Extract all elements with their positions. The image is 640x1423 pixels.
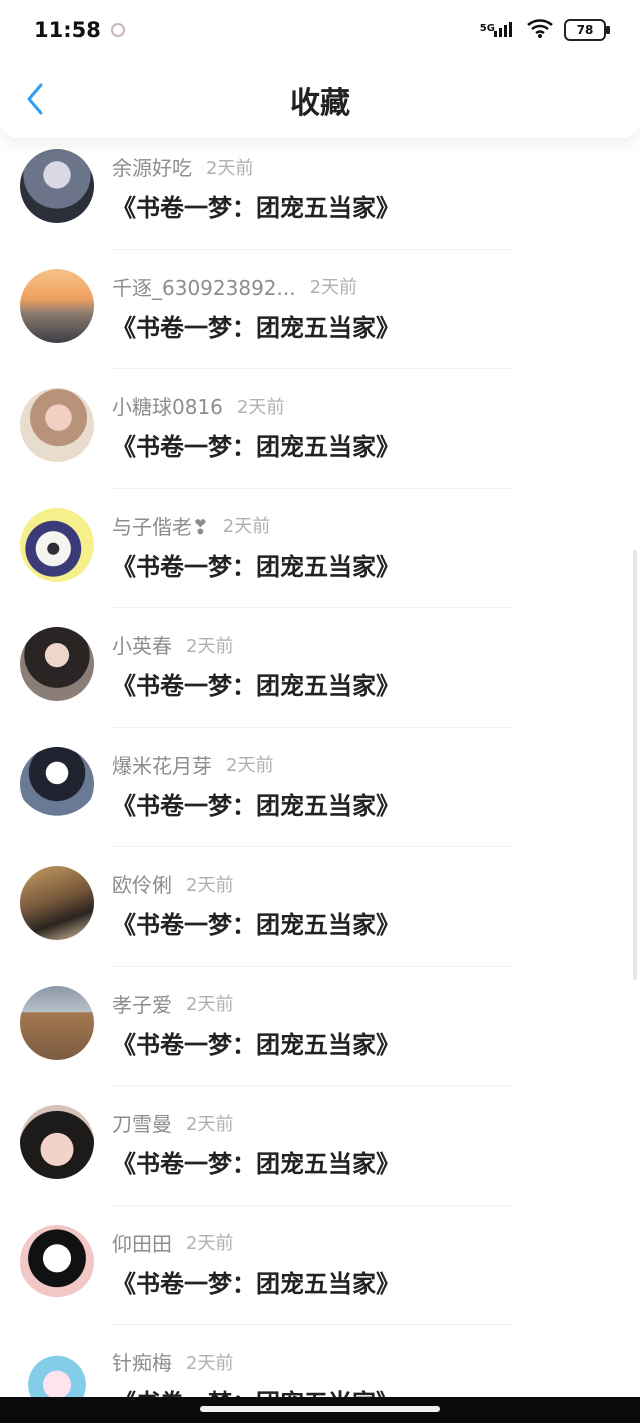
timestamp: 2天前: [186, 874, 234, 896]
battery-icon: 78: [564, 19, 610, 41]
timestamp: 2天前: [186, 635, 234, 657]
book-title[interactable]: 《书卷一梦：团宠五当家》: [112, 786, 400, 821]
favorites-list[interactable]: 余源好吃 2天前 《书卷一梦：团宠五当家》 千逐_630923892... 2天…: [0, 130, 640, 1398]
signal-icon: 5G: [472, 19, 516, 41]
username[interactable]: 仰田田: [112, 1228, 172, 1257]
status-time: 11:58: [34, 18, 101, 42]
book-title[interactable]: 《书卷一梦：团宠五当家》: [112, 1025, 400, 1060]
book-title[interactable]: 《书卷一梦：团宠五当家》: [112, 1144, 400, 1179]
timestamp: 2天前: [236, 396, 285, 418]
list-item[interactable]: 与子偕老❣ 2天前 《书卷一梦：团宠五当家》: [0, 489, 640, 608]
username[interactable]: 孝子爱: [112, 989, 172, 1018]
item-meta: 与子偕老❣ 2天前: [112, 511, 270, 540]
item-meta: 针痴梅 2天前: [112, 1347, 233, 1376]
username[interactable]: 千逐_630923892...: [112, 272, 296, 301]
system-nav-bar: [0, 1397, 640, 1423]
list-item[interactable]: 余源好吃 2天前 《书卷一梦：团宠五当家》: [0, 130, 640, 250]
network-label: 5G: [479, 23, 495, 34]
list-item[interactable]: 小糖球0816 2天前 《书卷一梦：团宠五当家》: [0, 369, 640, 489]
username[interactable]: 小英春: [112, 630, 172, 659]
wifi-icon: [526, 18, 554, 42]
item-meta: 仰田田 2天前: [112, 1228, 233, 1257]
item-meta: 千逐_630923892... 2天前: [112, 272, 357, 301]
battery-level: 78: [576, 23, 594, 37]
avatar[interactable]: [20, 507, 94, 582]
timestamp: 2天前: [226, 755, 274, 776]
avatar[interactable]: [20, 627, 94, 701]
avatar[interactable]: [20, 1344, 94, 1398]
username[interactable]: 刀雪曼: [112, 1108, 172, 1137]
scrollbar[interactable]: [633, 550, 637, 980]
timestamp: 2天前: [206, 157, 254, 179]
avatar[interactable]: [20, 1105, 94, 1179]
book-title[interactable]: 《书卷一梦：团宠五当家》: [112, 905, 400, 940]
list-item[interactable]: 孝子爱 2天前 《书卷一梦：团宠五当家》: [0, 967, 640, 1086]
item-meta: 余源好吃 2天前: [112, 152, 253, 181]
list-item[interactable]: 刀雪曼 2天前 《书卷一梦：团宠五当家》: [0, 1086, 640, 1206]
item-meta: 小糖球0816 2天前: [112, 391, 284, 420]
book-title[interactable]: 《书卷一梦：团宠五当家》: [112, 1264, 400, 1299]
timestamp: 2天前: [186, 994, 234, 1015]
page-header: 收藏: [0, 60, 640, 138]
username[interactable]: 针痴梅: [112, 1347, 172, 1376]
item-meta: 爆米花月芽 2天前: [112, 750, 273, 779]
item-meta: 欧伶俐 2天前: [112, 869, 233, 898]
book-title[interactable]: 《书卷一梦：团宠五当家》: [112, 188, 400, 223]
timestamp: 2天前: [186, 1352, 234, 1374]
status-right: 5G 78: [472, 18, 610, 42]
book-title[interactable]: 《书卷一梦：团宠五当家》: [112, 666, 400, 701]
book-title[interactable]: 《书卷一梦：团宠五当家》: [112, 1383, 400, 1398]
list-item[interactable]: 欧伶俐 2天前 《书卷一梦：团宠五当家》: [0, 847, 640, 967]
book-title[interactable]: 《书卷一梦：团宠五当家》: [112, 427, 400, 462]
item-meta: 孝子爱 2天前: [112, 989, 233, 1018]
status-bar: 11:58 5G 78: [0, 0, 640, 60]
book-title[interactable]: 《书卷一梦：团宠五当家》: [112, 547, 400, 582]
avatar[interactable]: [20, 1224, 94, 1299]
avatar[interactable]: [20, 746, 94, 821]
username[interactable]: 余源好吃: [112, 152, 192, 181]
status-left: 11:58: [34, 18, 125, 42]
avatar[interactable]: [20, 149, 94, 223]
list-item[interactable]: 针痴梅 2天前 《书卷一梦：团宠五当家》: [0, 1325, 640, 1398]
timestamp: 2天前: [186, 1233, 234, 1254]
avatar[interactable]: [20, 388, 94, 462]
timestamp: 2天前: [222, 516, 271, 537]
list-item[interactable]: 仰田田 2天前 《书卷一梦：团宠五当家》: [0, 1206, 640, 1325]
list-item[interactable]: 爆米花月芽 2天前 《书卷一梦：团宠五当家》: [0, 728, 640, 847]
username[interactable]: 与子偕老❣: [112, 511, 209, 540]
book-title[interactable]: 《书卷一梦：团宠五当家》: [112, 308, 400, 343]
username[interactable]: 爆米花月芽: [112, 750, 212, 779]
avatar[interactable]: [20, 866, 94, 940]
username[interactable]: 欧伶俐: [112, 869, 172, 898]
timestamp: 2天前: [186, 1113, 234, 1135]
notification-icon: [110, 23, 125, 37]
home-indicator[interactable]: [200, 1406, 440, 1412]
item-meta: 小英春 2天前: [112, 630, 233, 659]
item-meta: 刀雪曼 2天前: [112, 1108, 233, 1137]
list-item[interactable]: 千逐_630923892... 2天前 《书卷一梦：团宠五当家》: [0, 250, 640, 369]
page-title: 收藏: [290, 86, 350, 121]
avatar[interactable]: [20, 985, 94, 1060]
avatar[interactable]: [20, 268, 94, 343]
timestamp: 2天前: [309, 277, 358, 298]
username[interactable]: 小糖球0816: [112, 391, 223, 420]
list-item[interactable]: 小英春 2天前 《书卷一梦：团宠五当家》: [0, 608, 640, 728]
